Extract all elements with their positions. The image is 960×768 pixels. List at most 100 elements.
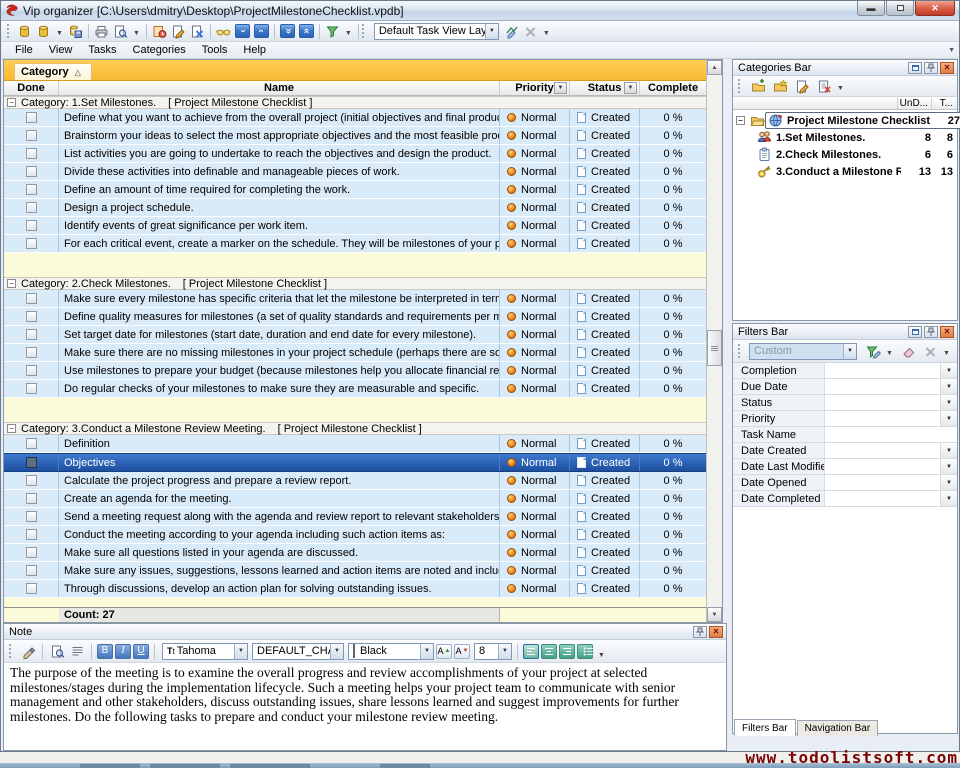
column-header-undone[interactable]: UnD... <box>897 98 931 109</box>
filter-preset-combo[interactable]: Custom ▼ <box>749 343 857 360</box>
task-done-checkbox[interactable] <box>26 148 37 159</box>
category-tree-item[interactable]: −Project Milestone Checklist2727 <box>733 112 957 129</box>
categories-pin-button[interactable] <box>924 62 938 74</box>
filter-value-field[interactable] <box>825 427 957 442</box>
clear-filter-button[interactable] <box>899 342 918 360</box>
menu-view[interactable]: View <box>41 43 81 57</box>
task-done-checkbox[interactable] <box>26 565 37 576</box>
filter-dropdown-icon[interactable]: ▼ <box>940 411 957 426</box>
task-done-checkbox[interactable] <box>26 547 37 558</box>
note-close-button[interactable]: ✕ <box>709 626 723 638</box>
menu-help[interactable]: Help <box>235 43 274 57</box>
task-row[interactable]: Do regular checks of your milestones to … <box>4 380 706 398</box>
move-task-down-button[interactable]: › <box>233 22 252 40</box>
font-size-combo-dropdown-icon[interactable]: ▼ <box>498 644 511 659</box>
add-subcategory-button[interactable] <box>771 77 790 95</box>
task-row[interactable]: Brainstorm your ideas to select the most… <box>4 127 706 145</box>
menu-categories[interactable]: Categories <box>125 43 194 57</box>
open-database-button[interactable] <box>34 22 53 40</box>
column-header-name[interactable]: Name <box>59 81 500 95</box>
task-done-checkbox[interactable] <box>26 238 37 249</box>
new-task-button[interactable] <box>150 22 169 40</box>
font-color-combo-dropdown-icon[interactable]: ▼ <box>420 644 433 659</box>
task-done-checkbox[interactable] <box>26 329 37 340</box>
categories-close-button[interactable]: ✕ <box>940 62 954 74</box>
task-done-checkbox[interactable] <box>26 457 37 468</box>
task-done-checkbox[interactable] <box>26 583 37 594</box>
save-layout-button[interactable] <box>502 22 521 40</box>
task-done-checkbox[interactable] <box>26 220 37 231</box>
collapse-all-button[interactable]: » <box>297 22 316 40</box>
menu-tasks[interactable]: Tasks <box>80 43 124 57</box>
column-header-status[interactable]: Status ▼ <box>570 81 640 95</box>
close-button[interactable]: ✕ <box>915 1 955 16</box>
task-row[interactable]: Define what you want to achieve from the… <box>4 109 706 127</box>
charset-combo-dropdown-icon[interactable]: ▼ <box>330 644 343 659</box>
menu-overflow-icon[interactable]: ▼ <box>948 47 955 54</box>
delete-filter-button[interactable] <box>921 342 940 360</box>
font-name-combo-dropdown-icon[interactable]: ▼ <box>234 644 247 659</box>
column-header-total[interactable]: T... <box>931 98 957 109</box>
task-done-checkbox[interactable] <box>26 347 37 358</box>
group-by-category-tab[interactable]: Category △ <box>14 63 92 80</box>
task-row[interactable]: Define an amount of time required for co… <box>4 181 706 199</box>
filter-value-field[interactable] <box>825 411 940 426</box>
task-row[interactable]: Make sure there are no missing milestone… <box>4 344 706 362</box>
task-row[interactable]: Define quality measures for milestones (… <box>4 308 706 326</box>
layout-combo[interactable]: Default Task View Layout ▼ <box>374 23 499 40</box>
tab-filters-bar[interactable]: Filters Bar <box>734 719 796 736</box>
filter-dropdown-icon[interactable]: ▼ <box>940 443 957 458</box>
task-row[interactable]: Send a meeting request along with the ag… <box>4 508 706 526</box>
task-row[interactable]: Make sure any issues, suggestions, lesso… <box>4 562 706 580</box>
task-done-checkbox[interactable] <box>26 293 37 304</box>
font-name-combo[interactable]: TtTahoma▼ <box>162 643 248 660</box>
task-done-checkbox[interactable] <box>26 130 37 141</box>
task-row[interactable]: ObjectivesNormalCreated0 % <box>4 453 706 472</box>
note-lines-button[interactable] <box>68 643 86 660</box>
collapse-group-icon[interactable]: − <box>7 279 16 288</box>
scrollbar-track[interactable] <box>707 75 722 607</box>
task-row[interactable]: Through discussions, develop an action p… <box>4 580 706 598</box>
task-row[interactable]: Identify events of great significance pe… <box>4 217 706 235</box>
minimize-button[interactable]: ▬ <box>857 1 885 16</box>
category-tree-item[interactable]: 1.Set Milestones.88 <box>733 129 957 146</box>
task-row[interactable]: List activities you are going to underta… <box>4 145 706 163</box>
align-left-button[interactable] <box>523 644 539 659</box>
filter-value-field[interactable] <box>825 443 940 458</box>
filter-dropdown-icon[interactable]: ▼ <box>940 475 957 490</box>
charset-combo[interactable]: DEFAULT_CHAR▼ <box>252 643 344 660</box>
toolbar-grip[interactable] <box>7 24 10 38</box>
status-filter-dropdown-icon[interactable]: ▼ <box>624 82 637 94</box>
note-pin-button[interactable] <box>693 626 707 638</box>
save-database-button[interactable] <box>66 22 85 40</box>
print-preview-dropdown-icon[interactable]: ▼ <box>130 27 143 40</box>
filter-dropdown-icon[interactable]: ▼ <box>940 363 957 378</box>
menu-tools[interactable]: Tools <box>194 43 236 57</box>
font-size-combo[interactable]: 8▼ <box>474 643 512 660</box>
filter-value-field[interactable] <box>825 363 940 378</box>
filter-dropdown-icon[interactable]: ▼ <box>940 395 957 410</box>
grow-font-button[interactable]: A▲ <box>436 644 452 659</box>
delete-filter-dropdown-icon[interactable]: ▼ <box>940 347 953 360</box>
edit-category-button[interactable] <box>793 77 812 95</box>
collapse-group-icon[interactable]: − <box>7 98 16 107</box>
task-row[interactable]: For each critical event, create a marker… <box>4 235 706 253</box>
category-tree-item[interactable]: 2.Check Milestones.66 <box>733 146 957 163</box>
category-group-header[interactable]: −Category: 2.Check Milestones.[ Project … <box>4 277 706 290</box>
filter-dropdown-icon[interactable]: ▼ <box>940 379 957 394</box>
task-row[interactable]: Make sure every milestone has specific c… <box>4 290 706 308</box>
task-done-checkbox[interactable] <box>26 112 37 123</box>
layout-toolbar-options-button[interactable]: ▼ <box>540 27 553 40</box>
category-group-header[interactable]: −Category: 1.Set Milestones.[ Project Mi… <box>4 96 706 109</box>
task-row[interactable]: Design a project schedule.NormalCreated0… <box>4 199 706 217</box>
print-button[interactable] <box>92 22 111 40</box>
task-done-checkbox[interactable] <box>26 475 37 486</box>
delete-task-button[interactable] <box>188 22 207 40</box>
apply-filter-dropdown-icon[interactable]: ▼ <box>883 347 896 360</box>
filter-value-field[interactable] <box>825 475 940 490</box>
menu-file[interactable]: File <box>7 43 41 57</box>
note-preview-button[interactable] <box>48 643 66 660</box>
tab-navigation-bar[interactable]: Navigation Bar <box>797 720 879 736</box>
task-done-checkbox[interactable] <box>26 166 37 177</box>
bold-button[interactable]: B <box>97 644 113 659</box>
